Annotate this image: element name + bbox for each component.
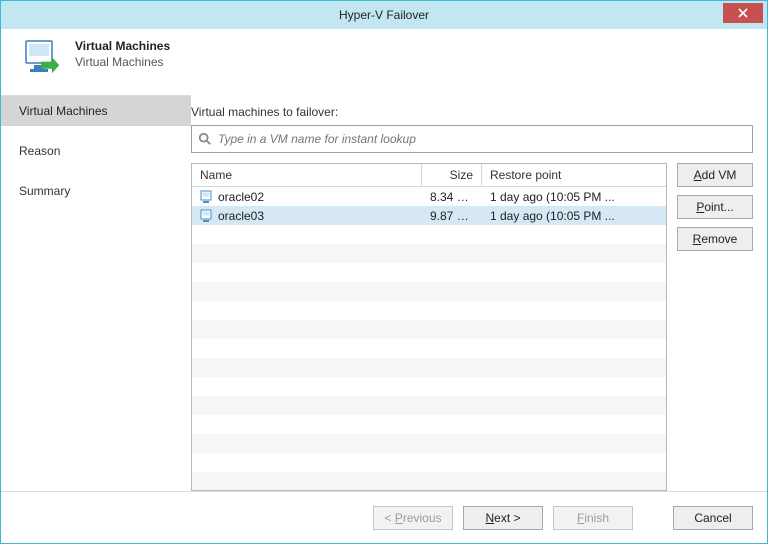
close-icon [738, 8, 748, 18]
side-buttons: Add VM Point... Remove [677, 163, 753, 491]
grid-rows: oracle02 8.34 GB 1 day ago (10:05 PM ...… [192, 187, 666, 490]
remove-button[interactable]: Remove [677, 227, 753, 251]
vm-header-icon [23, 39, 65, 81]
vm-restore-point: 1 day ago (10:05 PM ... [482, 209, 666, 223]
wizard-body: Virtual Machines Reason Summary Virtual … [1, 95, 767, 491]
page-header: Virtual Machines Virtual Machines [1, 29, 767, 95]
vm-name: oracle03 [218, 209, 264, 223]
prompt-label: Virtual machines to failover: [191, 105, 753, 119]
col-header-name[interactable]: Name [192, 164, 422, 186]
hyperv-failover-window: Hyper-V Failover Virtual Machines Virtua… [0, 0, 768, 544]
table-area: Name Size Restore point [191, 163, 753, 491]
vm-size: 9.87 GB [422, 209, 482, 223]
finish-button: Finish [553, 506, 633, 530]
point-button[interactable]: Point... [677, 195, 753, 219]
col-header-restore[interactable]: Restore point [482, 164, 666, 186]
search-input[interactable] [218, 132, 746, 146]
vm-size: 8.34 GB [422, 190, 482, 204]
next-button[interactable]: Next > [463, 506, 543, 530]
add-vm-button[interactable]: Add VM [677, 163, 753, 187]
wizard-footer: < Previous Next > Finish Cancel [1, 491, 767, 543]
vm-restore-point: 1 day ago (10:05 PM ... [482, 190, 666, 204]
step-reason[interactable]: Reason [1, 136, 191, 166]
table-row[interactable]: oracle02 8.34 GB 1 day ago (10:05 PM ... [192, 187, 666, 206]
wizard-steps: Virtual Machines Reason Summary [1, 95, 191, 491]
table-row[interactable]: oracle03 9.87 GB 1 day ago (10:05 PM ... [192, 206, 666, 225]
page-title: Virtual Machines [75, 39, 170, 53]
close-button[interactable] [723, 3, 763, 23]
vm-name: oracle02 [218, 190, 264, 204]
page-subtitle: Virtual Machines [75, 55, 170, 69]
vm-grid: Name Size Restore point [191, 163, 667, 491]
window-title: Hyper-V Failover [1, 8, 767, 22]
main-panel: Virtual machines to failover: Name Size … [191, 95, 767, 491]
grid-body: oracle02 8.34 GB 1 day ago (10:05 PM ...… [192, 187, 666, 490]
search-box[interactable] [191, 125, 753, 153]
previous-button: < Previous [373, 506, 453, 530]
grid-header: Name Size Restore point [192, 164, 666, 187]
titlebar: Hyper-V Failover [1, 1, 767, 29]
header-text: Virtual Machines Virtual Machines [75, 39, 170, 69]
step-virtual-machines[interactable]: Virtual Machines [1, 96, 191, 126]
vm-icon [200, 209, 212, 223]
search-icon [198, 132, 212, 146]
step-summary[interactable]: Summary [1, 176, 191, 206]
col-header-size[interactable]: Size [422, 164, 482, 186]
vm-icon [200, 190, 212, 204]
cancel-button[interactable]: Cancel [673, 506, 753, 530]
